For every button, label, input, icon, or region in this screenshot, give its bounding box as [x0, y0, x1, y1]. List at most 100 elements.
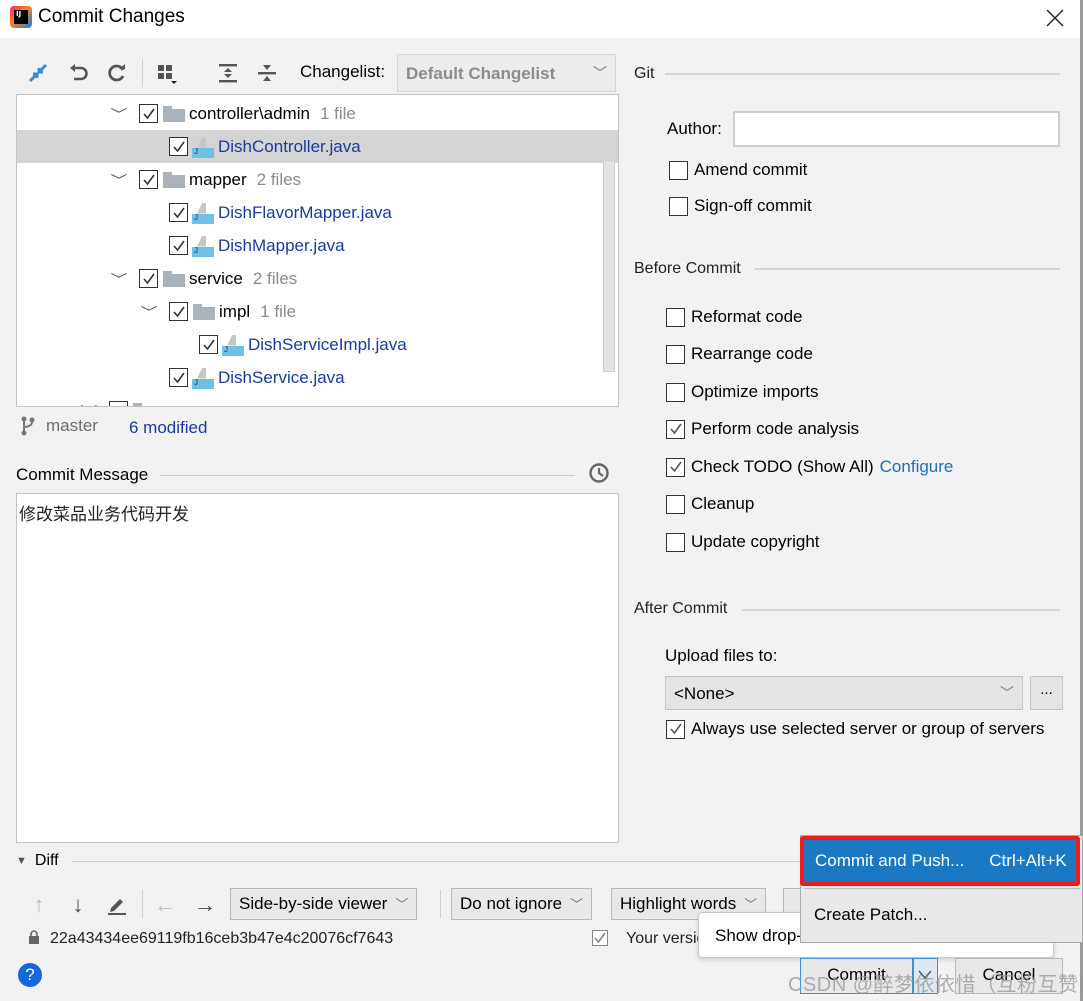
lock-icon: [29, 930, 39, 944]
java-file-icon: J: [192, 202, 214, 224]
ignore-whitespace-dropdown[interactable]: Do not ignore ﹀: [451, 888, 593, 920]
tree-checkbox[interactable]: [169, 203, 188, 222]
tree-file-row[interactable]: J DishServiceImpl.java: [17, 328, 618, 361]
chevron-down-icon[interactable]: ﹀: [139, 302, 160, 321]
tree-checkbox[interactable]: [139, 269, 158, 288]
checkbox[interactable]: [666, 419, 685, 439]
previous-difference-button[interactable]: ↑: [27, 892, 51, 917]
checkbox[interactable]: [666, 494, 685, 514]
menu-item-create-patch[interactable]: Create Patch...: [814, 905, 927, 925]
next-difference-button[interactable]: ↓: [66, 892, 90, 917]
tree-scrollbar[interactable]: [603, 160, 615, 372]
option-label: Perform code analysis: [691, 419, 860, 438]
next-file-button[interactable]: →: [193, 892, 217, 917]
after-commit-section-title: After Commit: [634, 600, 728, 617]
tree-folder-row[interactable]: ﹀ mapper 2 files: [17, 163, 618, 196]
tree-folder-row[interactable]: ﹀ impl 1 file: [17, 295, 618, 328]
close-icon: [1046, 9, 1064, 27]
commit-message-label: Commit Message: [16, 465, 149, 484]
undo-icon: [70, 64, 88, 81]
folder-name: impl: [219, 301, 251, 321]
checkbox[interactable]: [666, 307, 685, 327]
reformat-code-checkbox[interactable]: Reformat code: [666, 304, 803, 330]
modified-count-link[interactable]: 6 modified: [129, 418, 207, 438]
java-file-icon: J: [192, 367, 214, 389]
chevron-down-icon[interactable]: ﹀: [109, 104, 130, 123]
menu-separator: [804, 888, 1080, 889]
message-history-icon[interactable]: [588, 462, 610, 484]
check-todo-checkbox[interactable]: Check TODO (Show All) Configure: [666, 454, 953, 480]
tree-file-row[interactable]: J DishFlavorMapper.java: [17, 196, 618, 229]
tree-folder-row[interactable]: ﹀ controller\admin 1 file: [17, 97, 618, 130]
chevron-down-icon[interactable]: ﹀: [109, 269, 130, 288]
tree-file-row[interactable]: J DishService.java: [17, 361, 618, 394]
menu-item-shortcut: Ctrl+Alt+K: [989, 851, 1067, 870]
highlight-value: Highlight words: [620, 894, 737, 913]
tree-checkbox[interactable]: [169, 137, 188, 156]
commit-message-input[interactable]: 修改菜品业务代码开发: [16, 493, 619, 843]
rearrange-code-checkbox[interactable]: Rearrange code: [666, 341, 813, 367]
java-file-icon: J: [192, 136, 214, 158]
chevron-down-icon: ﹀: [744, 897, 758, 912]
checkbox[interactable]: [666, 382, 685, 402]
revision-hash: 22a43434ee69119fb16ceb3b47e4c20076cf7643: [50, 930, 394, 946]
changelist-dropdown[interactable]: Default Changelist ﹀: [397, 54, 616, 92]
viewer-mode-dropdown[interactable]: Side-by-side viewer ﹀: [230, 888, 418, 920]
pencil-icon: [108, 899, 126, 915]
tree-checkbox[interactable]: [169, 302, 188, 321]
help-button[interactable]: ?: [18, 963, 42, 987]
sign-off-commit-checkbox[interactable]: Sign-off commit: [669, 193, 812, 219]
chevron-down-icon[interactable]: ﹀: [79, 401, 100, 406]
chevron-down-icon[interactable]: ﹀: [109, 170, 130, 189]
toolbar-separator: [142, 59, 143, 87]
always-use-server-checkbox[interactable]: Always use selected server or group of s…: [666, 716, 1044, 742]
tree-folder-row-partial[interactable]: ﹀: [17, 394, 618, 406]
folder-icon: [163, 270, 185, 287]
refresh-button[interactable]: [105, 61, 129, 85]
checkbox[interactable]: [669, 196, 688, 216]
expand-all-button[interactable]: [216, 61, 240, 85]
configure-link[interactable]: Configure: [880, 457, 954, 477]
window-title: Commit Changes: [38, 6, 185, 27]
tree-checkbox[interactable]: [139, 104, 158, 123]
tree-file-row[interactable]: J DishController.java: [17, 130, 618, 163]
your-version-checkbox[interactable]: [592, 930, 608, 946]
tree-checkbox[interactable]: [169, 368, 188, 387]
divider: [755, 268, 1060, 270]
perform-code-analysis-checkbox[interactable]: Perform code analysis: [666, 416, 859, 442]
previous-file-button[interactable]: ←: [153, 892, 177, 917]
option-label: Update copyright: [691, 532, 820, 551]
browse-servers-button[interactable]: ...: [1030, 676, 1063, 710]
group-by-button[interactable]: [155, 61, 179, 85]
menu-item-commit-and-push[interactable]: Commit and Push... Ctrl+Alt+K: [800, 836, 1080, 886]
viewer-mode-value: Side-by-side viewer: [239, 894, 388, 913]
tree-checkbox[interactable]: [139, 170, 158, 189]
collapse-all-button[interactable]: [255, 61, 279, 85]
edit-source-button[interactable]: [105, 893, 129, 917]
diff-section-toggle[interactable]: ▼ Diff: [16, 852, 59, 870]
checkbox[interactable]: [666, 719, 685, 739]
close-button[interactable]: [1040, 4, 1070, 32]
checkbox[interactable]: [666, 532, 685, 552]
checkbox[interactable]: [669, 160, 688, 180]
tree-checkbox[interactable]: [169, 236, 188, 255]
update-copyright-checkbox[interactable]: Update copyright: [666, 529, 820, 555]
watermark: CSDN @醉梦依依惜（互粉互赞）: [788, 974, 1083, 996]
show-diff-button[interactable]: [26, 61, 50, 85]
optimize-imports-checkbox[interactable]: Optimize imports: [666, 379, 819, 405]
arrow-down-icon: ↓: [72, 892, 84, 917]
file-count: 1 file: [319, 103, 356, 123]
tree-checkbox[interactable]: [109, 401, 128, 406]
author-input[interactable]: [733, 111, 1060, 147]
amend-commit-checkbox[interactable]: Amend commit: [669, 157, 807, 183]
rollback-button[interactable]: [67, 61, 91, 85]
tree-folder-row[interactable]: ﹀ service 2 files: [17, 262, 618, 295]
cleanup-checkbox[interactable]: Cleanup: [666, 491, 754, 517]
checkbox[interactable]: [666, 344, 685, 364]
upload-server-dropdown[interactable]: <None> ﹀: [665, 676, 1023, 710]
tree-file-row[interactable]: J DishMapper.java: [17, 229, 618, 262]
changelist-value: Default Changelist: [406, 64, 556, 83]
tree-checkbox[interactable]: [199, 335, 218, 354]
checkbox[interactable]: [666, 457, 685, 477]
changes-tree[interactable]: ﹀ controller\admin 1 file J DishControll…: [16, 94, 619, 407]
